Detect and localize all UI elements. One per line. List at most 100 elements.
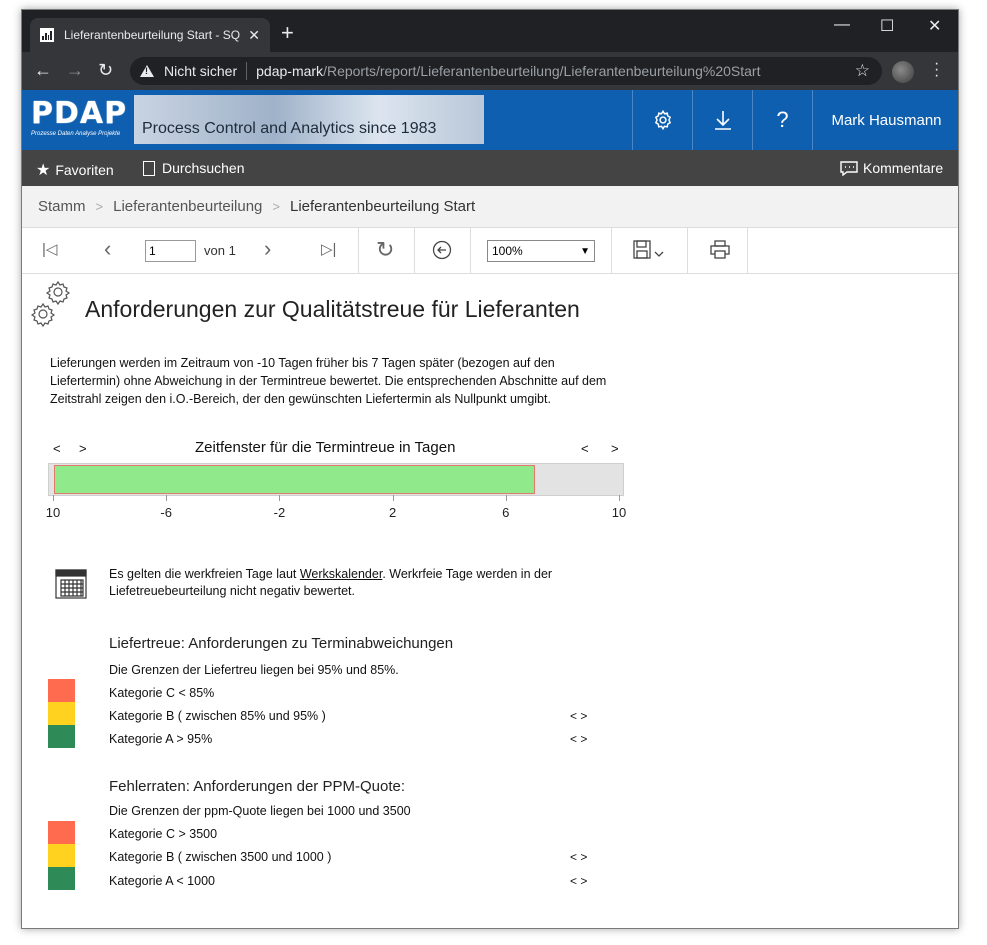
browse-button[interactable]: Durchsuchen [143,160,245,176]
calendar-note-text: Es gelten die werkfreien Tage laut [109,567,300,581]
document-icon [143,160,155,176]
new-tab-button[interactable]: + [281,22,294,44]
first-page-icon[interactable]: |◁ [42,240,57,260]
category-b-swatch [48,702,75,725]
refresh-icon[interactable]: ↻ [376,239,394,261]
maximize-button[interactable]: ☐ [880,16,894,36]
next-page-icon[interactable]: › [264,238,271,260]
previous-page-icon[interactable]: ‹ [104,238,111,260]
minimize-button[interactable]: — [834,16,850,34]
header-banner: Process Control and Analytics since 1983 [134,95,484,144]
reload-icon[interactable]: ↻ [98,60,113,80]
category-c-swatch [48,679,75,702]
timeline-tick-label: 6 [502,505,510,520]
logo-subtitle: Prozesse Daten Analyse Projekte [31,131,121,137]
comments-button[interactable]: Kommentare [840,160,943,176]
breadcrumb: Stamm > Lieferantenbeurteilung > Liefera… [22,186,958,228]
category-c-swatch [48,821,75,844]
delivery-subtitle: Die Grenzen der Liefertreu liegen bei 95… [109,663,399,677]
portal-toolbar: ★ Favoriten Durchsuchen Kommentare [22,150,958,186]
timeline-next-left[interactable]: > [79,441,87,456]
last-page-icon[interactable]: ▷| [321,240,336,260]
delivery-heading: Liefertreue: Anforderungen zu Terminabwe… [109,635,454,652]
werkskalender-link[interactable]: Werkskalender [300,567,382,581]
back-circle-icon[interactable] [432,240,452,264]
category-c-label: Kategorie C < 85% [109,686,215,700]
timeline-tick-label: 10 [611,505,627,520]
url-host: pdap-mark [256,63,324,79]
warning-icon [140,65,154,77]
favorites-label: Favoriten [55,162,114,178]
app-header: PDAP Prozesse Daten Analyse Projekte Pro… [22,90,958,150]
breadcrumb-folder[interactable]: Lieferantenbeurteilung [113,198,262,215]
calendar-note: Es gelten die werkfreien Tage laut Werks… [109,566,609,600]
timeline-tick [505,495,507,501]
category-b-label: Kategorie B ( zwischen 3500 und 1000 ) [109,850,332,864]
print-icon[interactable] [710,240,730,264]
download-icon [714,111,731,130]
help-button[interactable]: ? [752,90,812,150]
intro-text: Lieferungen werden im Zeitraum von -10 T… [50,356,607,406]
browser-menu-icon[interactable]: · · · [934,56,939,84]
breadcrumb-home[interactable]: Stamm [38,198,86,215]
page-count: von 1 [204,243,236,258]
category-a-nav[interactable]: < > [570,732,587,746]
timeline-next-right[interactable]: > [611,441,619,456]
breadcrumb-current: Lieferantenbeurteilung Start [290,198,476,215]
category-b-nav[interactable]: < > [570,850,587,864]
page-number-input[interactable] [145,240,196,262]
chevron-right-icon: > [272,199,280,214]
back-arrow-icon[interactable]: ← [34,60,52,80]
bookmark-star-icon[interactable]: ☆ [855,61,870,81]
toolbar-divider [747,228,748,274]
browser-window: Lieferantenbeurteilung Start - SQ ✕ + — … [21,9,959,929]
timeline-tick-label: -6 [160,505,172,520]
chevron-down-icon: ▼ [580,245,590,257]
tab-close-icon[interactable]: ✕ [248,27,260,44]
settings-button[interactable] [632,90,692,150]
report-favicon-icon [40,28,54,42]
url-field[interactable]: Nicht sicher pdap-mark/Reports/report/Li… [130,57,882,85]
timeline-tick-label: 10 [45,505,61,520]
timeline-tick [619,495,620,501]
category-a-swatch [48,725,75,748]
download-button[interactable] [692,90,752,150]
category-a-label: Kategorie A < 1000 [109,874,215,888]
tab-title: Lieferantenbeurteilung Start - SQ [64,28,241,42]
profile-avatar[interactable] [892,61,914,83]
toolbar-divider [414,228,415,274]
timeline-tick [392,495,394,501]
report-viewer-toolbar: |◁ ‹ von 1 › ▷| ↻ 100% ▼ [22,228,958,274]
banner-text: Process Control and Analytics since 1983 [142,120,437,137]
timeline-prev-right[interactable]: < [581,441,589,456]
toolbar-divider [470,228,471,274]
help-icon: ? [776,107,789,132]
comment-icon [840,160,858,176]
forward-arrow-icon[interactable]: → [66,60,84,80]
chevron-right-icon: > [95,199,104,214]
export-save-icon[interactable] [633,240,667,264]
pdap-logo[interactable]: PDAP Prozesse Daten Analyse Projekte [31,99,127,143]
timeline-track [48,463,624,496]
omnibox-divider [246,62,248,80]
ppm-heading: Fehlerraten: Anforderungen der PPM-Quote… [109,778,406,795]
category-a-label: Kategorie A > 95% [109,732,213,746]
timeline-tick-label: 2 [388,505,397,520]
url-path: /Reports/report/Lieferantenbeurteilung/L… [323,63,761,79]
close-window-button[interactable]: ✕ [928,16,941,36]
timeline-axis: 10 -6 -2 2 6 10 [46,495,626,520]
toolbar-divider [687,228,688,274]
security-label[interactable]: Nicht sicher [164,63,237,79]
category-a-nav[interactable]: < > [570,874,587,888]
category-b-nav[interactable]: < > [570,709,587,723]
ppm-subtitle: Die Grenzen der ppm-Quote liegen bei 100… [109,804,411,818]
favorites-button[interactable]: ★ Favoriten [36,160,114,180]
zoom-select[interactable]: 100% ▼ [487,240,595,262]
user-menu[interactable]: Mark Hausmann [812,90,958,150]
category-b-label: Kategorie B ( zwischen 85% und 95% ) [109,709,326,723]
browser-tab[interactable]: Lieferantenbeurteilung Start - SQ ✕ [30,18,270,52]
timeline-tick [279,495,281,501]
category-a-swatch [48,867,75,890]
zoom-value: 100% [492,244,523,258]
timeline-prev-left[interactable]: < [53,441,61,456]
